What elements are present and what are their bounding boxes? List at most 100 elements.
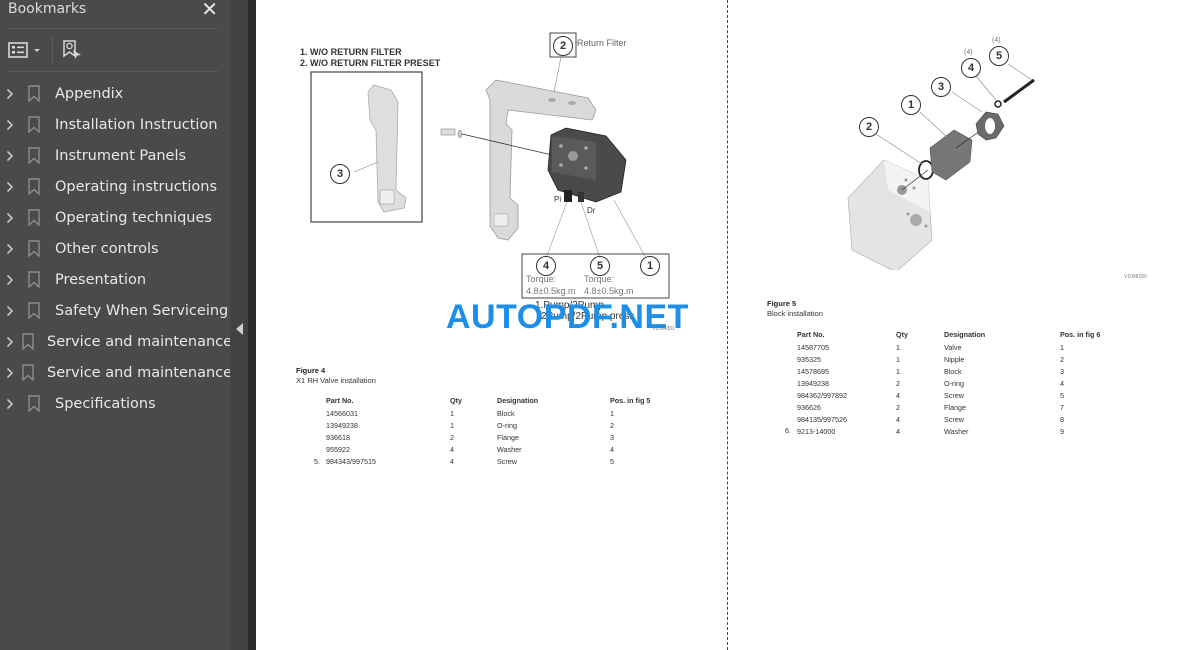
table-cell: 14587705: [797, 342, 829, 352]
column-header: Qty: [450, 396, 462, 405]
bookmark-label: Appendix: [55, 85, 124, 102]
table-cell: 9213-14000: [797, 426, 836, 436]
bookmark-label: Service and maintenance: [47, 364, 233, 381]
close-icon[interactable]: ✕: [201, 0, 218, 19]
table-cell: 5: [1060, 390, 1064, 400]
torque-value: 4.8±0.5kg.m: [584, 286, 634, 296]
torque-spec: Torque: 4.8±0.5kg.m: [526, 273, 575, 297]
table-cell: Screw: [944, 390, 964, 400]
table-cell: Washer: [497, 444, 522, 454]
bookmark-item[interactable]: Presentation: [0, 264, 230, 295]
options-menu-button[interactable]: [8, 42, 42, 58]
bookmark-item[interactable]: Installation Instruction: [0, 109, 230, 140]
table-cell: 8: [1060, 414, 1064, 424]
table-cell: 2: [896, 402, 900, 412]
chevron-right-icon[interactable]: [6, 274, 20, 286]
table-cell: Washer: [944, 426, 969, 436]
table-cell: O-ring: [497, 420, 517, 430]
table-cell: 14578695: [797, 366, 829, 376]
qty-mark: (4): [992, 37, 1001, 44]
table-cell: 1: [896, 342, 900, 352]
table-cell: Nipple: [944, 354, 965, 364]
find-current-bookmark-button[interactable]: [61, 39, 83, 61]
pdf-viewer: Bookmarks ✕ Appendix Installation Instru…: [0, 0, 1200, 650]
callout-2: 2: [859, 117, 879, 137]
list-marker: 6.: [785, 428, 791, 435]
column-header: Part No.: [797, 330, 825, 339]
bookmark-label: Presentation: [55, 271, 147, 288]
bookmark-item[interactable]: Instrument Panels: [0, 140, 230, 171]
table-cell: 1: [1060, 342, 1064, 352]
chevron-right-icon[interactable]: [6, 305, 20, 317]
collapse-panel-icon[interactable]: [236, 323, 244, 335]
list-options-icon: [8, 42, 28, 58]
table-cell: Valve: [944, 342, 962, 352]
bookmark-item[interactable]: Other controls: [0, 233, 230, 264]
chevron-right-icon[interactable]: [6, 398, 20, 410]
table-cell: 3: [1060, 366, 1064, 376]
chevron-right-icon[interactable]: [6, 150, 20, 162]
table-cell: Block: [497, 408, 515, 418]
table-row: 936618 2 Flange 3: [326, 431, 670, 443]
table-row: 13949238 1 O-ring 2: [326, 419, 670, 431]
table-cell: 9: [1060, 426, 1064, 436]
port-label-pi: Pi: [554, 195, 561, 204]
bookmark-label: Operating instructions: [55, 178, 218, 195]
image-code: V1098160: [1124, 274, 1147, 280]
chevron-right-icon[interactable]: [6, 181, 20, 193]
bookmark-item[interactable]: Operating instructions: [0, 171, 230, 202]
column-header: Part No.: [326, 396, 354, 405]
panel-border: [248, 0, 256, 650]
column-header: Pos. in fig 6: [1060, 330, 1101, 339]
table-row: 935325 1 Nipple 2: [797, 353, 1120, 365]
table-cell: 5: [610, 456, 614, 466]
table-cell: 984135/997526: [797, 414, 847, 424]
table-header-row: Part No. Qty Designation Pos. in fig 6: [797, 328, 1120, 341]
bookmarks-panel: Bookmarks ✕ Appendix Installation Instru…: [0, 0, 246, 650]
table-cell: 3: [610, 432, 614, 442]
table-cell: 2: [1060, 354, 1064, 364]
chevron-right-icon[interactable]: [6, 367, 14, 379]
table-cell: 4: [896, 426, 900, 436]
chevron-right-icon[interactable]: [6, 336, 14, 348]
find-current-bookmark-icon: [63, 40, 81, 59]
bookmark-label: Other controls: [55, 240, 159, 257]
bookmark-item[interactable]: Appendix: [0, 78, 230, 109]
bookmark-icon: [28, 302, 42, 319]
callout-1: 1: [901, 95, 921, 115]
table-cell: 955922: [326, 444, 350, 454]
torque-label: Torque:: [526, 274, 557, 284]
watermark-text: AUTOPDF.NET: [446, 298, 689, 336]
bookmark-item[interactable]: Service and maintenance: [0, 357, 233, 388]
bookmark-label: Safety When Serviceing: [55, 302, 229, 319]
chevron-right-icon[interactable]: [6, 119, 20, 131]
table-cell: 4: [896, 414, 900, 424]
bookmark-item[interactable]: Safety When Serviceing: [0, 295, 230, 326]
column-header: Qty: [896, 330, 908, 339]
table-cell: 935325: [797, 354, 821, 364]
chevron-right-icon[interactable]: [6, 212, 20, 224]
bookmark-icon: [28, 395, 42, 412]
bookmark-icon: [28, 240, 42, 257]
bookmark-label: Instrument Panels: [55, 147, 187, 164]
table-cell: 1: [896, 366, 900, 376]
bookmark-icon: [22, 364, 34, 381]
bookmark-item[interactable]: Specifications: [0, 388, 230, 419]
table-cell: 1: [450, 420, 454, 430]
chevron-right-icon[interactable]: [6, 243, 20, 255]
bookmark-item[interactable]: Service and maintenance 1: [0, 326, 246, 357]
table-cell: 14566031: [326, 408, 358, 418]
table-cell: 4: [896, 390, 900, 400]
parts-table-fig5: Part No. Qty Designation Pos. in fig 6 14587…: [797, 328, 1120, 437]
bookmarks-toolbar: [0, 29, 230, 71]
callout-3: 3: [330, 164, 350, 184]
table-header-row: Part No. Qty Designation Pos. in fig 5: [326, 394, 670, 407]
bookmark-icon: [28, 85, 42, 102]
bookmark-icon: [22, 333, 34, 350]
table-cell: 2: [450, 432, 454, 442]
chevron-right-icon[interactable]: [6, 88, 20, 100]
bookmark-list: Appendix Installation Instruction Instrume…: [0, 72, 246, 419]
bookmark-item[interactable]: Operating techniques: [0, 202, 230, 233]
table-cell: Screw: [497, 456, 517, 466]
torque-value: 4.8±0.5kg.m: [526, 286, 576, 296]
